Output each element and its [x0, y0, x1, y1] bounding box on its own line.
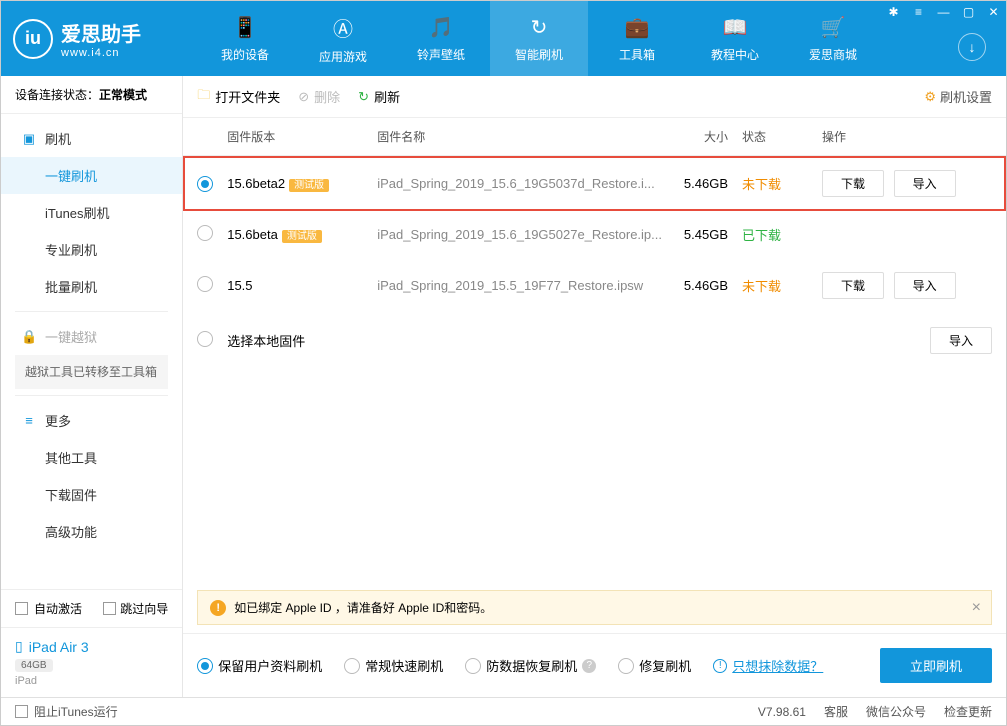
warning-icon: !	[210, 600, 226, 616]
delete-icon: ⊘	[298, 89, 309, 105]
import-button[interactable]: 导入	[894, 170, 956, 197]
info-icon[interactable]: ?	[582, 659, 596, 673]
flash-icon: ▣	[21, 131, 37, 147]
tab-my-device[interactable]: 📱我的设备	[196, 1, 294, 76]
download-button[interactable]: 下载	[822, 272, 884, 299]
main-panel: 🗀打开文件夹 ⊘删除 ↻刷新 ⚙刷机设置 固件版本 固件名称 大小 状态 操作 …	[183, 76, 1006, 697]
download-indicator-icon[interactable]: ↓	[958, 33, 986, 61]
music-icon: 🎵	[429, 15, 454, 40]
storage-badge: 64GB	[15, 659, 53, 672]
opt-keep-data[interactable]: 保留用户资料刷机	[197, 656, 322, 675]
sidebar-item-batch[interactable]: 批量刷机	[1, 268, 182, 305]
wechat-link[interactable]: 微信公众号	[866, 703, 926, 720]
jailbreak-note: 越狱工具已转移至工具箱	[15, 355, 168, 389]
footer: 阻止iTunes运行 V7.98.61 客服 微信公众号 检查更新	[1, 697, 1006, 725]
opt-anti-recovery[interactable]: 防数据恢复刷机?	[465, 656, 596, 675]
folder-icon: 🗀	[197, 86, 210, 108]
tab-flash[interactable]: ↻智能刷机	[490, 1, 588, 76]
gear-icon: ⚙	[924, 89, 936, 105]
opt-repair[interactable]: 修复刷机	[618, 656, 691, 675]
sidebar-item-itunes[interactable]: iTunes刷机	[1, 194, 182, 231]
phone-icon: 📱	[233, 15, 258, 40]
refresh-button[interactable]: ↻刷新	[358, 87, 400, 106]
radio-unselected[interactable]	[197, 331, 213, 347]
auto-activate-row: 自动激活 跳过向导	[1, 589, 182, 627]
sidebar-item-oneclick[interactable]: 一键刷机	[1, 157, 182, 194]
skip-guide-checkbox[interactable]	[103, 602, 116, 615]
tab-ringtones[interactable]: 🎵铃声壁纸	[392, 1, 490, 76]
support-link[interactable]: 客服	[824, 703, 848, 720]
firmware-row[interactable]: 15.6beta测试版 iPad_Spring_2019_15.6_19G502…	[183, 211, 1006, 258]
refresh-icon: ↻	[531, 15, 548, 40]
alert-close-icon[interactable]: ×	[972, 599, 981, 617]
book-icon: 📖	[723, 15, 748, 40]
sidebar-more-group[interactable]: ≡更多	[1, 402, 182, 439]
sidebar-item-pro[interactable]: 专业刷机	[1, 231, 182, 268]
sidebar: 设备连接状态：正常模式 ▣刷机 一键刷机 iTunes刷机 专业刷机 批量刷机 …	[1, 76, 183, 697]
lock-icon: 🔒	[21, 329, 37, 345]
table-header: 固件版本 固件名称 大小 状态 操作	[183, 118, 1006, 156]
check-update-link[interactable]: 检查更新	[944, 703, 992, 720]
open-folder-button[interactable]: 🗀打开文件夹	[197, 86, 280, 108]
apps-icon: Ⓐ	[333, 13, 353, 42]
sidebar-item-download[interactable]: 下载固件	[1, 476, 182, 513]
menu-icon[interactable]: ≡	[906, 1, 931, 23]
auto-activate-checkbox[interactable]	[15, 602, 28, 615]
close-icon[interactable]: ✕	[981, 1, 1006, 23]
radio-unselected[interactable]	[197, 276, 213, 292]
beta-tag: 测试版	[289, 179, 329, 192]
device-type: iPad	[15, 675, 168, 687]
radio-selected[interactable]	[197, 176, 213, 192]
erase-data-link[interactable]: 只想抹除数据？	[732, 656, 823, 675]
appleid-alert: ! 如已绑定 Apple ID ，请准备好 Apple ID和密码。 ×	[197, 590, 992, 625]
sidebar-item-advanced[interactable]: 高级功能	[1, 513, 182, 550]
cart-icon: 🛒	[821, 15, 846, 40]
minimize-icon[interactable]: —	[931, 1, 956, 23]
delete-button[interactable]: ⊘删除	[298, 87, 340, 106]
refresh-icon: ↻	[358, 89, 369, 105]
import-button[interactable]: 导入	[894, 272, 956, 299]
tab-tutorials[interactable]: 📖教程中心	[686, 1, 784, 76]
device-card[interactable]: ▯iPad Air 3 64GB iPad	[1, 627, 182, 697]
device-icon: ▯	[15, 638, 23, 655]
block-itunes-checkbox[interactable]	[15, 705, 28, 718]
info-icon[interactable]: !	[713, 659, 727, 673]
flash-now-button[interactable]: 立即刷机	[880, 648, 992, 683]
firmware-row[interactable]: 15.5 iPad_Spring_2019_15.5_19F77_Restore…	[183, 258, 1006, 313]
app-url: www.i4.cn	[61, 47, 141, 59]
firmware-row-local[interactable]: 选择本地固件 导入	[183, 313, 1006, 368]
maximize-icon[interactable]: ▢	[956, 1, 981, 23]
logo-area: iu 爱思助手 www.i4.cn	[1, 18, 196, 59]
toolbox-icon: 💼	[625, 15, 650, 40]
download-button[interactable]: 下载	[822, 170, 884, 197]
flash-settings-button[interactable]: ⚙刷机设置	[924, 87, 992, 106]
import-button[interactable]: 导入	[930, 327, 992, 354]
sidebar-item-other[interactable]: 其他工具	[1, 439, 182, 476]
connection-status: 设备连接状态：正常模式	[1, 76, 182, 114]
window-controls: ✱ ≡ — ▢ ✕	[881, 1, 1006, 23]
app-header: iu 爱思助手 www.i4.cn 📱我的设备 Ⓐ应用游戏 🎵铃声壁纸 ↻智能刷…	[1, 1, 1006, 76]
app-title: 爱思助手	[61, 18, 141, 47]
sidebar-jailbreak: 🔒一键越狱	[1, 318, 182, 355]
opt-normal[interactable]: 常规快速刷机	[344, 656, 443, 675]
sidebar-flash-group[interactable]: ▣刷机	[1, 120, 182, 157]
more-icon: ≡	[21, 413, 37, 428]
tab-toolbox[interactable]: 💼工具箱	[588, 1, 686, 76]
flash-options: 保留用户资料刷机 常规快速刷机 防数据恢复刷机? 修复刷机 ! 只想抹除数据？ 立…	[183, 633, 1006, 697]
firmware-row[interactable]: 15.6beta2测试版 iPad_Spring_2019_15.6_19G50…	[183, 156, 1006, 211]
logo-badge: iu	[13, 19, 53, 59]
tab-apps[interactable]: Ⓐ应用游戏	[294, 1, 392, 76]
skin-icon[interactable]: ✱	[881, 1, 906, 23]
firmware-list: 15.6beta2测试版 iPad_Spring_2019_15.6_19G50…	[183, 156, 1006, 582]
version-label: V7.98.61	[758, 705, 806, 719]
beta-tag: 测试版	[282, 230, 322, 243]
radio-unselected[interactable]	[197, 225, 213, 241]
tab-store[interactable]: 🛒爱思商城	[784, 1, 882, 76]
toolbar: 🗀打开文件夹 ⊘删除 ↻刷新 ⚙刷机设置	[183, 76, 1006, 118]
